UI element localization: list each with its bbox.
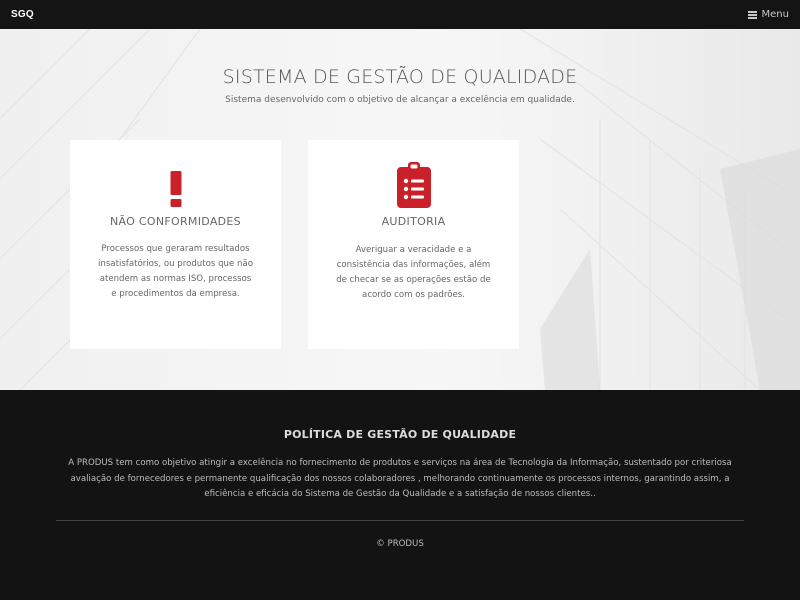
brand-logo[interactable]: SGQ [11, 9, 34, 20]
menu-button[interactable]: Menu [747, 9, 789, 20]
card-title: NÃO CONFORMIDADES [110, 215, 241, 228]
card-description: Processos que geraram resultados insatis… [98, 244, 253, 299]
footer-divider [56, 520, 744, 521]
policy-title: POLÍTICA DE GESTÃO DE QUALIDADE [283, 428, 517, 441]
policy-text: A PRODUS tem como objetivo atingir a exc… [68, 458, 732, 499]
exclamation-icon [70, 171, 281, 207]
card-description: Averiguar a veracidade e a consistência … [336, 245, 491, 300]
page-title: SISTEMA DE GESTÃO DE QUALIDADE [222, 66, 578, 88]
hero-section: SISTEMA DE GESTÃO DE QUALIDADE Sistema d… [0, 29, 800, 390]
hamburger-icon [747, 11, 757, 19]
card-nao-conformidades[interactable]: NÃO CONFORMIDADES Processos que geraram … [70, 140, 281, 349]
copyright: © PRODUS [376, 539, 424, 549]
page-subtitle: Sistema desenvolvido com o objetivo de a… [225, 95, 575, 105]
card-auditoria[interactable]: AUDITORIA Averiguar a veracidade e a con… [308, 140, 519, 349]
clipboard-list-icon [308, 162, 519, 208]
card-title: AUDITORIA [381, 215, 446, 228]
navbar: SGQ Menu [0, 0, 800, 29]
menu-label: Menu [761, 9, 789, 20]
